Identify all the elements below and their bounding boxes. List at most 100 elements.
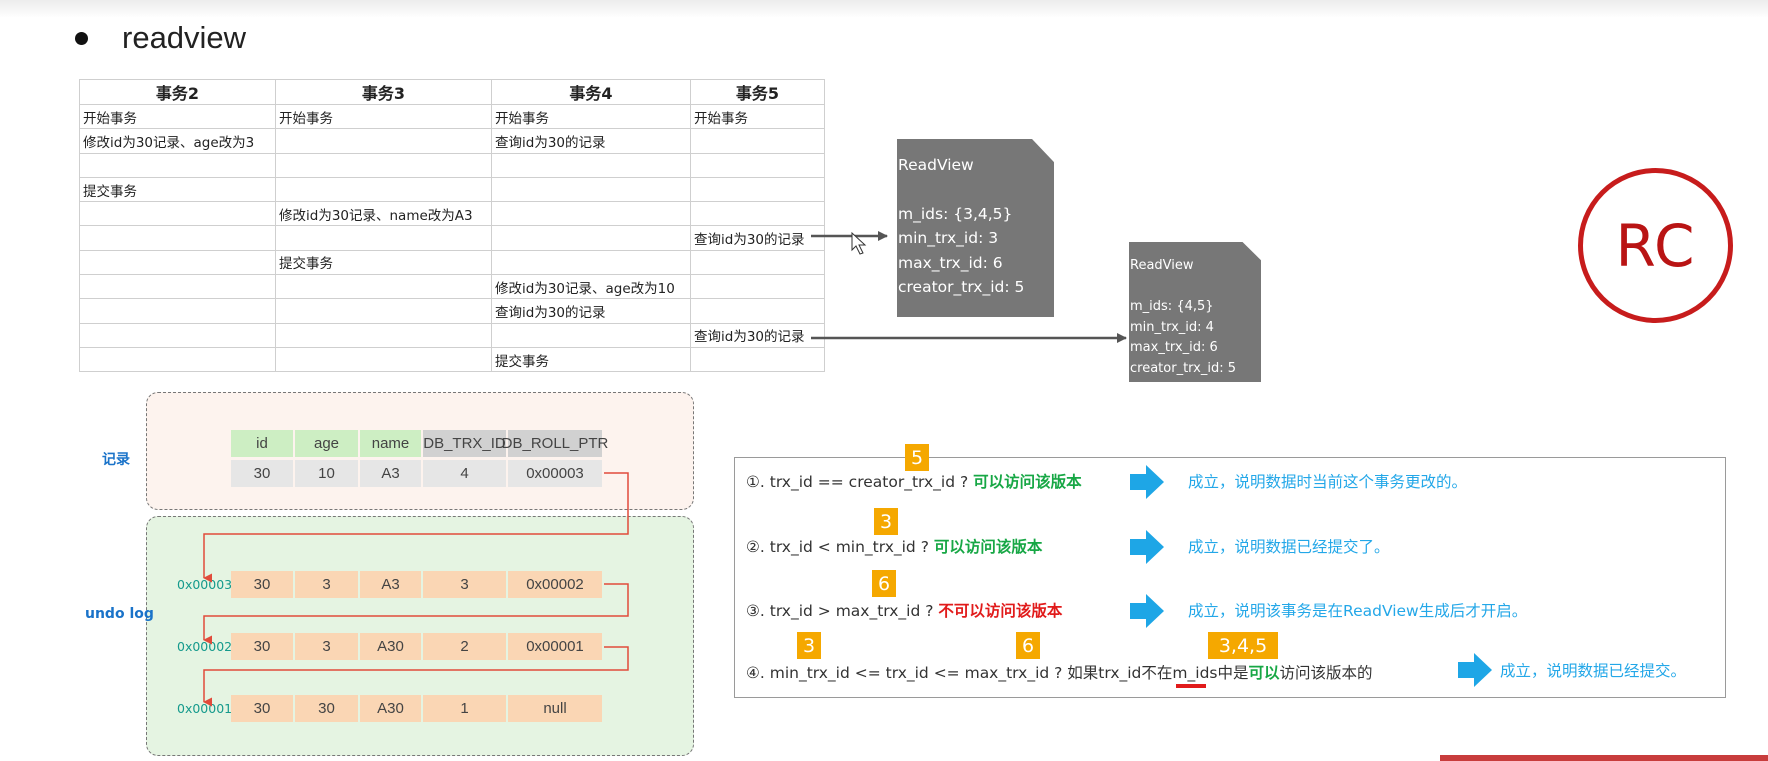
- table-cell: 查询id为30的记录: [690, 322, 825, 348]
- table-cell: [491, 176, 691, 203]
- table-row: 查询id为30的记录: [79, 298, 825, 324]
- record-column-header: name: [360, 430, 421, 457]
- rule-badge: 6: [1016, 632, 1040, 659]
- rule-result: 成立，说明该事务是在ReadView生成后才开启。: [1188, 602, 1528, 620]
- readview-creator-trx-id: creator_trx_id: 5: [1130, 361, 1236, 377]
- table-cell: 提交事务: [491, 346, 691, 373]
- table-cell: 提交事务: [79, 176, 276, 203]
- undo-cell: 0x00002: [508, 571, 602, 598]
- record-cell: 10: [295, 460, 358, 487]
- rule-verdict: 可以: [1248, 664, 1280, 682]
- undo-log-label: undo log: [85, 606, 154, 622]
- table-cell: [79, 346, 276, 373]
- rule-condition-tail: m_ids中是: [1172, 664, 1249, 682]
- table-cell: [491, 322, 691, 348]
- underline-mark: [1176, 684, 1206, 688]
- column-header: 事务4: [491, 79, 691, 105]
- undo-cell: 3: [423, 571, 506, 598]
- readview-m-ids: m_ids: {3,4,5}: [898, 204, 1013, 223]
- readview-min-trx-id: min_trx_id: 3: [898, 229, 999, 247]
- undo-address-label: 0x00002: [177, 639, 233, 654]
- table-cell: [275, 176, 492, 203]
- table-cell: 开始事务: [491, 103, 691, 130]
- rc-badge: RC: [1578, 168, 1733, 323]
- record-header-row: id age name DB_TRX_ID DB_ROLL_PTR: [231, 430, 608, 457]
- rule-result: 成立，说明数据时当前这个事务更改的。: [1188, 473, 1468, 491]
- rule-condition: ①. trx_id == creator_trx_id ?: [746, 473, 969, 491]
- undo-cell: 2: [423, 633, 506, 660]
- table-cell: [79, 274, 276, 300]
- undo-cell: 30: [231, 571, 293, 598]
- rule-verdict: 不可以访问该版本: [938, 602, 1063, 620]
- table-cell: 修改id为30记录、age改为10: [491, 274, 691, 300]
- table-row: [79, 152, 825, 178]
- rule-4: ④. min_trx_id <= trx_id <= max_trx_id ? …: [746, 661, 1373, 683]
- rule-condition: ②. trx_id < min_trx_id ?: [746, 538, 929, 556]
- table-cell: [275, 274, 492, 300]
- table-cell: [79, 201, 276, 227]
- table-cell: [275, 346, 492, 373]
- record-cell: 4: [423, 460, 506, 487]
- table-cell: 修改id为30记录、name改为A3: [275, 201, 492, 227]
- table-cell: [690, 346, 825, 373]
- rule-badge: 6: [872, 570, 896, 597]
- rule-1: ①. trx_id == creator_trx_id ? 可以访问该版本: [746, 470, 1082, 492]
- table-cell: 开始事务: [79, 103, 276, 130]
- undo-cell: 30: [231, 695, 293, 722]
- bullet-icon: [75, 31, 88, 45]
- table-row: 修改id为30记录、name改为A3: [79, 201, 825, 227]
- rule-badge: 3: [874, 508, 898, 535]
- table-cell: [275, 225, 492, 251]
- record-column-header: age: [295, 430, 358, 457]
- undo-cell: 30: [295, 695, 358, 722]
- rule-result: 成立，说明数据已经提交了。: [1188, 538, 1390, 556]
- table-cell: [491, 201, 691, 227]
- undo-cell: A30: [360, 633, 421, 660]
- record-column-header: DB_ROLL_PTR: [502, 430, 608, 457]
- readview-2: ReadView m_ids: {4,5} min_trx_id: 4 max_…: [1129, 242, 1261, 382]
- top-strip: [0, 0, 1768, 18]
- table-cell: [491, 249, 691, 276]
- undo-cell: 1: [423, 695, 506, 722]
- undo-address-label: 0x00001: [177, 701, 233, 716]
- table-cell: 提交事务: [275, 249, 492, 276]
- readview-max-trx-id: max_trx_id: 6: [1130, 340, 1218, 356]
- readview-max-trx-id: max_trx_id: 6: [898, 253, 1003, 272]
- page-heading: readview: [75, 18, 246, 58]
- arrow-right-icon: [1130, 465, 1164, 499]
- transaction-table: 事务2 事务3 事务4 事务5 开始事务 开始事务 开始事务 开始事务 修改id为30…: [79, 79, 825, 373]
- undo-cell: A3: [360, 571, 421, 598]
- rule-2: ②. trx_id < min_trx_id ? 可以访问该版本: [746, 535, 1042, 557]
- rule-condition: ④. min_trx_id <= trx_id <= max_trx_id ? …: [746, 664, 1142, 682]
- table-row: 修改id为30记录、age改为10: [79, 274, 825, 300]
- undo-cell: 0x00001: [508, 633, 602, 660]
- undo-cell: null: [508, 695, 602, 722]
- rule-verdict: 可以访问该版本: [973, 473, 1082, 491]
- table-cell: [491, 152, 691, 178]
- table-cell: [275, 298, 492, 324]
- readview-1: ReadView m_ids: {3,4,5} min_trx_id: 3 ma…: [897, 139, 1054, 317]
- table-cell: [491, 225, 691, 251]
- table-header-row: 事务2 事务3 事务4 事务5: [79, 79, 825, 105]
- table-row: 提交事务: [79, 346, 825, 373]
- record-column-header: id: [231, 430, 293, 457]
- rule-not-in: 不在: [1141, 664, 1173, 682]
- table-cell: [275, 128, 492, 154]
- undo-log-row: 30 3 A3 3 0x00002: [231, 571, 604, 598]
- cursor-icon: [851, 231, 867, 255]
- table-cell: [79, 152, 276, 178]
- table-cell: [690, 152, 825, 178]
- table-cell: [690, 176, 825, 203]
- readview-title: ReadView: [898, 156, 974, 174]
- table-row: 提交事务: [79, 176, 825, 203]
- undo-log-row: 30 3 A30 2 0x00001: [231, 633, 604, 660]
- undo-log-row: 30 30 A30 1 null: [231, 695, 604, 722]
- bottom-strip: [1440, 755, 1768, 761]
- undo-cell: 3: [295, 633, 358, 660]
- table-cell: 查询id为30的记录: [491, 128, 691, 154]
- table-cell: [275, 322, 492, 348]
- column-header: 事务3: [275, 79, 492, 105]
- rule-verdict: 可以访问该版本: [933, 538, 1043, 556]
- undo-cell: 30: [231, 633, 293, 660]
- table-cell: [79, 298, 276, 324]
